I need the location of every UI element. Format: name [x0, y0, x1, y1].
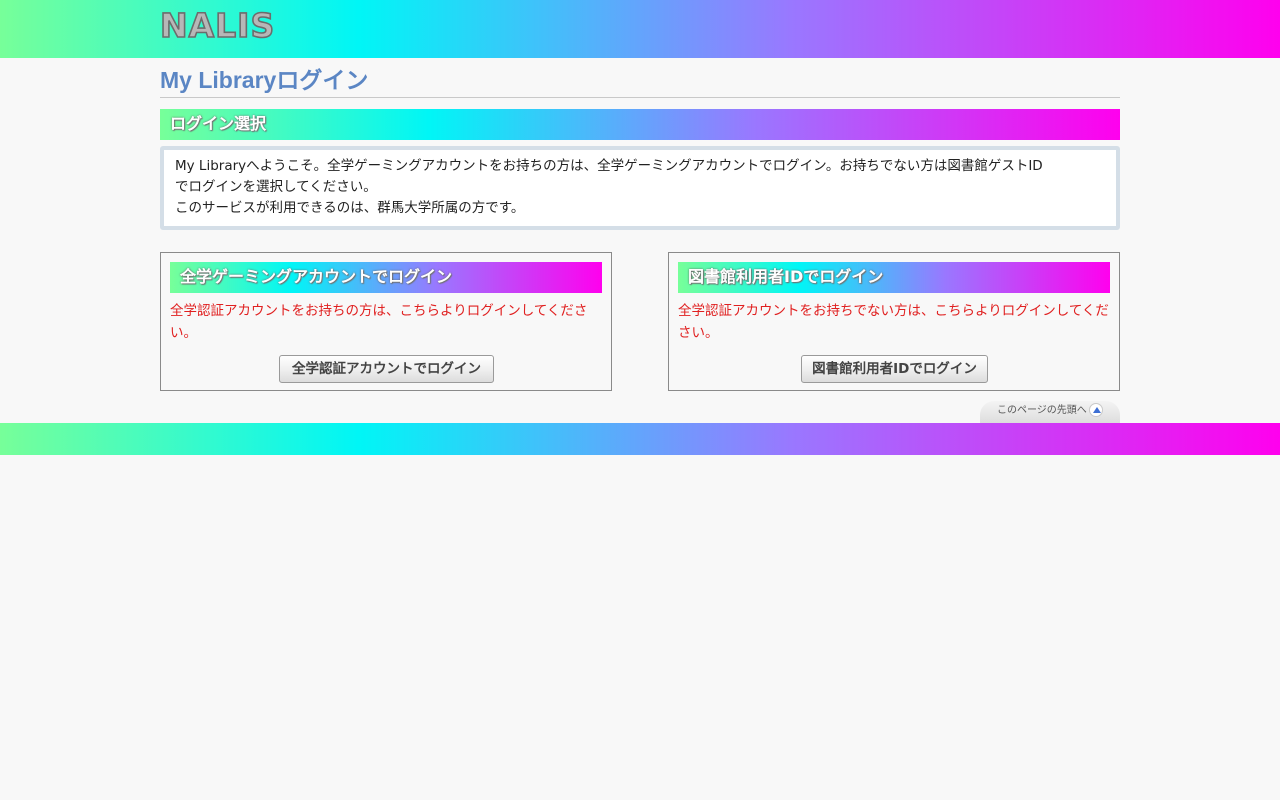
section-heading-label: ログイン選択 [170, 114, 267, 133]
library-id-login-panel: 図書館利用者IDでログイン 全学認証アカウントをお持ちでない方は、こちらよりログ… [668, 252, 1120, 391]
sso-login-button[interactable]: 全学認証アカウントでログイン [279, 355, 494, 383]
library-id-login-button[interactable]: 図書館利用者IDでログイン [801, 355, 988, 383]
footer-banner [0, 423, 1280, 455]
sso-login-heading: 全学ゲーミングアカウントでログイン [170, 262, 602, 293]
sso-login-description: 全学認証アカウントをお持ちの方は、こちらよりログインしてください。 [170, 303, 588, 341]
sso-login-panel: 全学ゲーミングアカウントでログイン 全学認証アカウントをお持ちの方は、こちらより… [160, 252, 612, 391]
page-top-label: このページの先頭へ [997, 405, 1087, 416]
notice-line-3: このサービスが利用できるのは、群馬大学所属の方です。 [175, 200, 525, 216]
section-heading: ログイン選択 [160, 109, 1120, 140]
welcome-notice: My Libraryへようこそ。全学ゲーミングアカウントをお持ちの方は、全学ゲー… [160, 146, 1120, 230]
arrow-up-icon [1089, 403, 1103, 417]
sso-login-heading-label: 全学ゲーミングアカウントでログイン [180, 267, 453, 286]
library-id-login-heading-label: 図書館利用者IDでログイン [688, 267, 884, 286]
notice-line-1: My Libraryへようこそ。全学ゲーミングアカウントをお持ちの方は、全学ゲー… [175, 158, 1043, 174]
nalis-logo[interactable]: NALIS [159, 5, 275, 46]
notice-line-2: でログインを選択してください。 [175, 179, 377, 195]
page-title: My Libraryログイン [160, 64, 1120, 98]
header-banner: NALIS [0, 0, 1280, 58]
page-top-link[interactable]: このページの先頭へ [980, 401, 1120, 423]
library-id-login-description: 全学認証アカウントをお持ちでない方は、こちらよりログインしてください。 [678, 303, 1109, 341]
library-id-login-heading: 図書館利用者IDでログイン [678, 262, 1110, 293]
